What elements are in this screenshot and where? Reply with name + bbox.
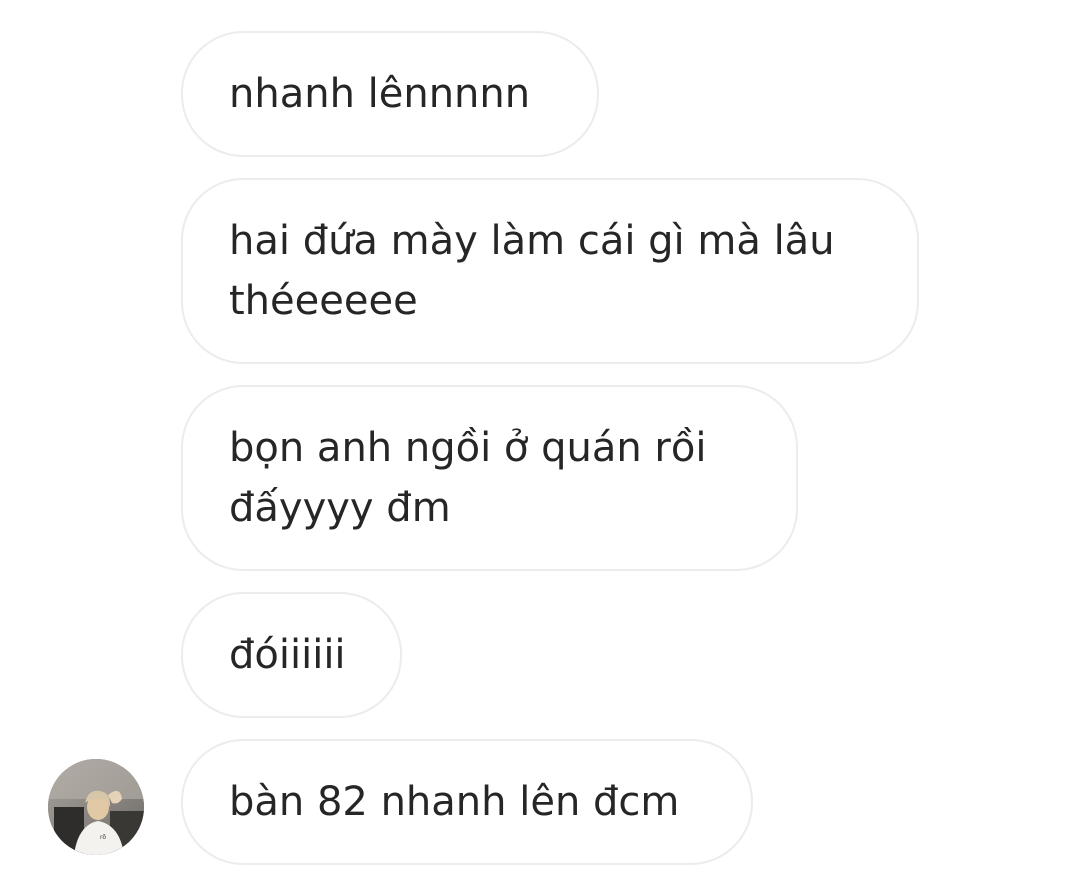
message-text: bàn 82 nhanh lên đcm [229, 779, 680, 825]
sender-avatar[interactable]: rõ [48, 759, 144, 855]
message-bubble[interactable]: nhanh lênnnnn [181, 31, 599, 157]
message-bubble[interactable]: bọn anh ngồi ở quán rồi đấyyyy đm [181, 385, 798, 571]
chat-thread: nhanh lênnnnn hai đứa mày làm cái gì mà … [0, 0, 1080, 876]
message-text: đóiiiiii [229, 632, 346, 678]
message-bubble[interactable]: hai đứa mày làm cái gì mà lâu théeeeee [181, 178, 919, 364]
message-bubble[interactable]: bàn 82 nhanh lên đcm [181, 739, 753, 865]
message-bubble[interactable]: đóiiiiii [181, 592, 402, 718]
svg-text:rõ: rõ [100, 834, 106, 841]
avatar-photo: rõ [48, 759, 144, 855]
message-text: hai đứa mày làm cái gì mà lâu théeeeee [229, 218, 835, 324]
message-text: nhanh lênnnnn [229, 71, 531, 117]
message-text: bọn anh ngồi ở quán rồi đấyyyy đm [229, 425, 707, 531]
